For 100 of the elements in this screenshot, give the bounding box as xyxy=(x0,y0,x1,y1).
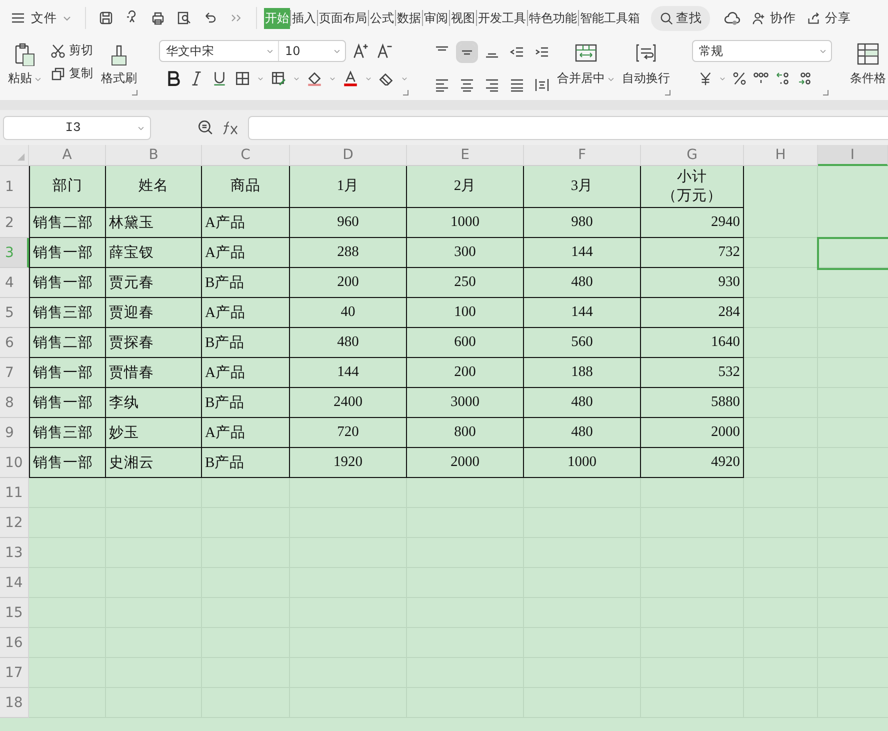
caret-icon[interactable] xyxy=(365,75,372,82)
ribbon-tab[interactable]: 视图 xyxy=(450,8,476,28)
cut-button[interactable]: 剪切 xyxy=(50,42,93,59)
name-box[interactable]: I3 xyxy=(3,116,151,140)
font-name-dropdown[interactable]: 华文中宋 xyxy=(160,41,279,61)
conditional-format-button[interactable]: 条件格 xyxy=(850,40,886,100)
ribbon-tab[interactable]: 插入 xyxy=(291,8,317,28)
print-icon[interactable] xyxy=(150,10,166,26)
borders-icon[interactable] xyxy=(234,70,251,87)
caret-icon[interactable] xyxy=(293,75,300,82)
file-menu-button[interactable]: 文件 xyxy=(10,10,78,26)
dialog-launcher-icon[interactable] xyxy=(131,89,138,96)
increase-decimal-icon[interactable] xyxy=(775,70,791,86)
row-header[interactable]: 7 xyxy=(0,358,29,388)
row-header[interactable]: 10 xyxy=(0,448,29,478)
table-cell: 3000 xyxy=(407,388,524,418)
copy-button[interactable]: 复制 xyxy=(50,65,93,82)
table-cell: 史湘云 xyxy=(106,448,202,478)
row-header[interactable]: 15 xyxy=(0,598,29,628)
toolbar-button[interactable]: 协作 xyxy=(751,10,796,26)
table-icon xyxy=(856,42,880,66)
table-cell: 144 xyxy=(524,298,641,328)
toolbar-button[interactable]: 分享 xyxy=(806,10,851,26)
ribbon-tab[interactable]: 开发工具 xyxy=(477,8,527,28)
row-header[interactable]: 9 xyxy=(0,418,29,448)
format-painter-button[interactable]: 格式刷 xyxy=(101,40,137,100)
ribbon-tab[interactable]: 审阅 xyxy=(423,8,449,28)
ribbon-tab[interactable]: 数据 xyxy=(396,8,422,28)
zoom-out-icon[interactable] xyxy=(197,119,214,136)
save-icon[interactable] xyxy=(98,10,114,26)
row-header[interactable]: 13 xyxy=(0,538,29,568)
ribbon-tab[interactable]: 智能工具箱 xyxy=(579,8,641,28)
column-header[interactable]: E xyxy=(407,145,524,166)
thousands-separator-icon[interactable] xyxy=(753,70,769,86)
column-header[interactable]: H xyxy=(744,145,818,166)
caret-icon[interactable] xyxy=(329,75,336,82)
formula-input[interactable] xyxy=(248,116,888,140)
table-cell: A产品 xyxy=(202,298,290,328)
align-middle-icon[interactable] xyxy=(459,44,475,60)
row-header[interactable]: 8 xyxy=(0,388,29,418)
align-left-icon[interactable] xyxy=(434,76,450,92)
align-center-icon[interactable] xyxy=(459,76,475,92)
fill-color-icon[interactable] xyxy=(306,70,323,87)
paste-button[interactable]: 粘贴 xyxy=(8,40,42,100)
align-right-icon[interactable] xyxy=(484,76,500,92)
function-icon[interactable] xyxy=(222,120,240,136)
percent-icon[interactable] xyxy=(732,70,747,86)
row-header[interactable]: 6 xyxy=(0,328,29,358)
caret-icon xyxy=(819,47,827,55)
font-color-icon[interactable] xyxy=(342,70,359,87)
column-header[interactable]: F xyxy=(524,145,641,166)
caret-icon[interactable] xyxy=(719,74,726,82)
decrease-font-icon[interactable] xyxy=(376,42,394,60)
column-header[interactable]: I xyxy=(818,145,888,166)
merge-center-button[interactable]: 合并居中 xyxy=(557,40,615,100)
table-cell: 532 xyxy=(641,358,744,388)
print-preview-icon[interactable] xyxy=(176,10,192,26)
cell-style-icon[interactable] xyxy=(270,70,287,87)
row-header[interactable]: 18 xyxy=(0,688,29,718)
search-button[interactable]: 查找 xyxy=(651,6,710,30)
bold-icon[interactable] xyxy=(165,70,182,87)
justify-icon[interactable] xyxy=(509,76,525,92)
column-header[interactable]: D xyxy=(290,145,407,166)
dialog-launcher-icon[interactable] xyxy=(402,89,409,96)
ribbon-tab[interactable]: 特色功能 xyxy=(528,8,578,28)
distributed-icon[interactable] xyxy=(534,76,550,92)
row-header[interactable]: 3 xyxy=(0,238,29,268)
ribbon-tab[interactable]: 页面布局 xyxy=(318,8,368,28)
row-header[interactable]: 12 xyxy=(0,508,29,538)
column-header[interactable]: A xyxy=(29,145,106,166)
ribbon-tab[interactable]: 公式 xyxy=(369,8,395,28)
table-cell: 600 xyxy=(407,328,524,358)
row-header[interactable]: 17 xyxy=(0,658,29,688)
underline-icon[interactable] xyxy=(211,70,228,87)
table-cell: 贾元春 xyxy=(106,268,202,298)
currency-icon[interactable] xyxy=(698,70,713,86)
decrease-decimal-icon[interactable] xyxy=(797,70,813,86)
row-header[interactable]: 1 xyxy=(0,166,29,208)
row-header[interactable]: 2 xyxy=(0,208,29,238)
dialog-launcher-icon[interactable] xyxy=(822,89,829,96)
row-header[interactable]: 11 xyxy=(0,478,29,508)
column-header[interactable]: C xyxy=(202,145,290,166)
row-header[interactable]: 5 xyxy=(0,298,29,328)
wrap-text-button[interactable]: 自动换行 xyxy=(622,40,670,100)
ribbon-tab[interactable]: 开始 xyxy=(264,8,290,28)
column-header[interactable]: B xyxy=(106,145,202,166)
number-format-dropdown[interactable]: 常规 xyxy=(692,40,832,62)
dialog-launcher-icon[interactable] xyxy=(664,89,671,96)
column-header[interactable]: G xyxy=(641,145,744,166)
increase-font-icon[interactable] xyxy=(352,42,370,60)
cloud-icon[interactable] xyxy=(724,10,741,26)
row-header[interactable]: 4 xyxy=(0,268,29,298)
selected-cell[interactable] xyxy=(817,237,888,270)
font-size-dropdown[interactable]: 10 xyxy=(279,41,345,61)
copy-icon xyxy=(50,66,66,82)
caret-icon[interactable] xyxy=(401,75,408,82)
row-header[interactable]: 16 xyxy=(0,628,29,658)
search-icon xyxy=(659,10,674,26)
caret-icon[interactable] xyxy=(257,75,264,82)
row-header[interactable]: 14 xyxy=(0,568,29,598)
